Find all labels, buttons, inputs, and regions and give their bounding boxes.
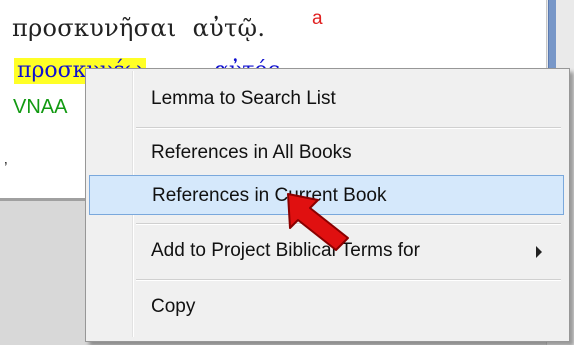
red-arrow-pointer-icon: [287, 193, 349, 251]
menu-separator: [136, 279, 561, 281]
text-mark: ’: [4, 160, 8, 177]
menu-item-label: Lemma to Search List: [151, 88, 336, 109]
menu-item-label: Copy: [151, 296, 196, 317]
chevron-right-icon: [536, 246, 542, 258]
menu-item-copy[interactable]: Copy: [89, 287, 564, 327]
parse-code: VNAA: [13, 96, 68, 118]
greek-word[interactable]: προσκυνῆσαι: [12, 14, 177, 42]
menu-separator: [136, 127, 561, 129]
greek-word[interactable]: αὐτῷ.: [193, 14, 266, 42]
menu-item-lemma-to-search-list[interactable]: Lemma to Search List: [89, 79, 564, 119]
footnote-marker[interactable]: a: [312, 8, 323, 30]
menu-item-references-all-books[interactable]: References in All Books: [89, 133, 564, 173]
menu-item-label: References in All Books: [151, 142, 352, 163]
greek-text-line: προσκυνῆσαι αὐτῷ.: [12, 14, 265, 42]
